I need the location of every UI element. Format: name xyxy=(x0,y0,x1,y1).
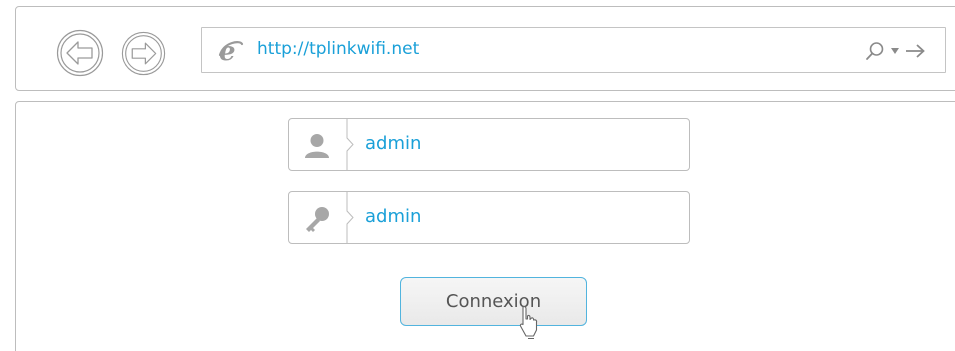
browser-toolbar: e http://tplinkwifi.net xyxy=(15,6,955,91)
search-icon[interactable] xyxy=(865,41,885,61)
dropdown-arrow-icon[interactable] xyxy=(891,48,899,54)
password-value[interactable]: admin xyxy=(365,206,421,227)
field-divider xyxy=(346,119,356,170)
login-button[interactable]: Connexion xyxy=(400,277,587,326)
password-field[interactable]: admin xyxy=(288,191,690,244)
back-arrow-icon[interactable] xyxy=(56,29,104,77)
mouse-pointer-icon xyxy=(519,306,541,340)
address-bar[interactable]: e http://tplinkwifi.net xyxy=(201,27,946,73)
go-arrow-icon[interactable] xyxy=(905,44,925,58)
search-controls xyxy=(865,40,925,62)
internet-explorer-icon: e xyxy=(218,38,244,64)
forward-arrow-icon[interactable] xyxy=(121,31,166,76)
key-icon xyxy=(303,205,331,233)
address-url[interactable]: http://tplinkwifi.net xyxy=(257,39,419,59)
field-divider xyxy=(346,192,356,243)
user-icon xyxy=(303,132,331,160)
page-content: admin admin Connexion xyxy=(15,101,955,351)
username-field[interactable]: admin xyxy=(288,118,690,171)
username-value[interactable]: admin xyxy=(365,133,421,154)
